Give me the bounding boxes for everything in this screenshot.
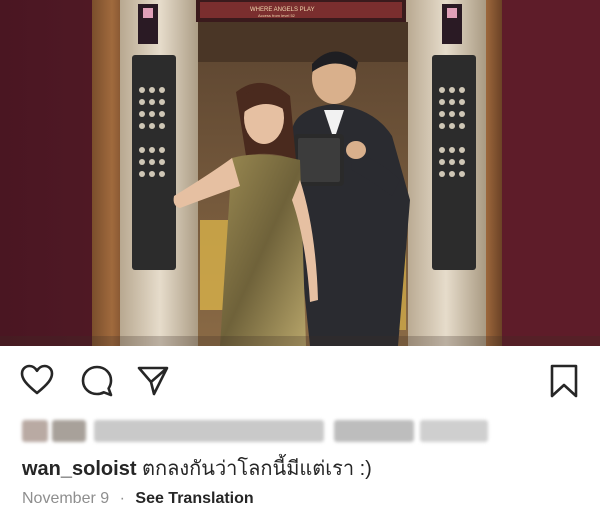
heart-icon[interactable] <box>20 364 54 396</box>
bookmark-icon[interactable] <box>549 363 579 399</box>
liker-avatar-blurred <box>52 420 86 442</box>
caption-text: ตกลงกันว่าโลกนี้มีแต่เรา :) <box>142 458 372 480</box>
likes-row-blurred <box>22 420 492 444</box>
paper-plane-icon[interactable] <box>136 364 170 398</box>
post-photo[interactable]: WHERE ANGELS PLAY Access from level 52 <box>0 0 600 346</box>
post-meta: November 9 · See Translation <box>22 489 254 509</box>
liker-avatar-blurred <box>22 420 48 442</box>
svg-text:Access from level 52: Access from level 52 <box>258 13 296 18</box>
post-caption: wan_soloist ตกลงกันว่าโลกนี้มีแต่เรา :) <box>22 456 372 482</box>
likes-text-blurred <box>334 420 414 442</box>
post-action-bar <box>0 346 600 416</box>
likes-text-blurred <box>94 420 324 442</box>
likes-text-blurred <box>420 420 488 442</box>
caption-username[interactable]: wan_soloist <box>22 458 136 480</box>
comment-bubble-icon[interactable] <box>80 364 114 398</box>
elevator-selfie-image: WHERE ANGELS PLAY Access from level 52 <box>0 0 600 346</box>
